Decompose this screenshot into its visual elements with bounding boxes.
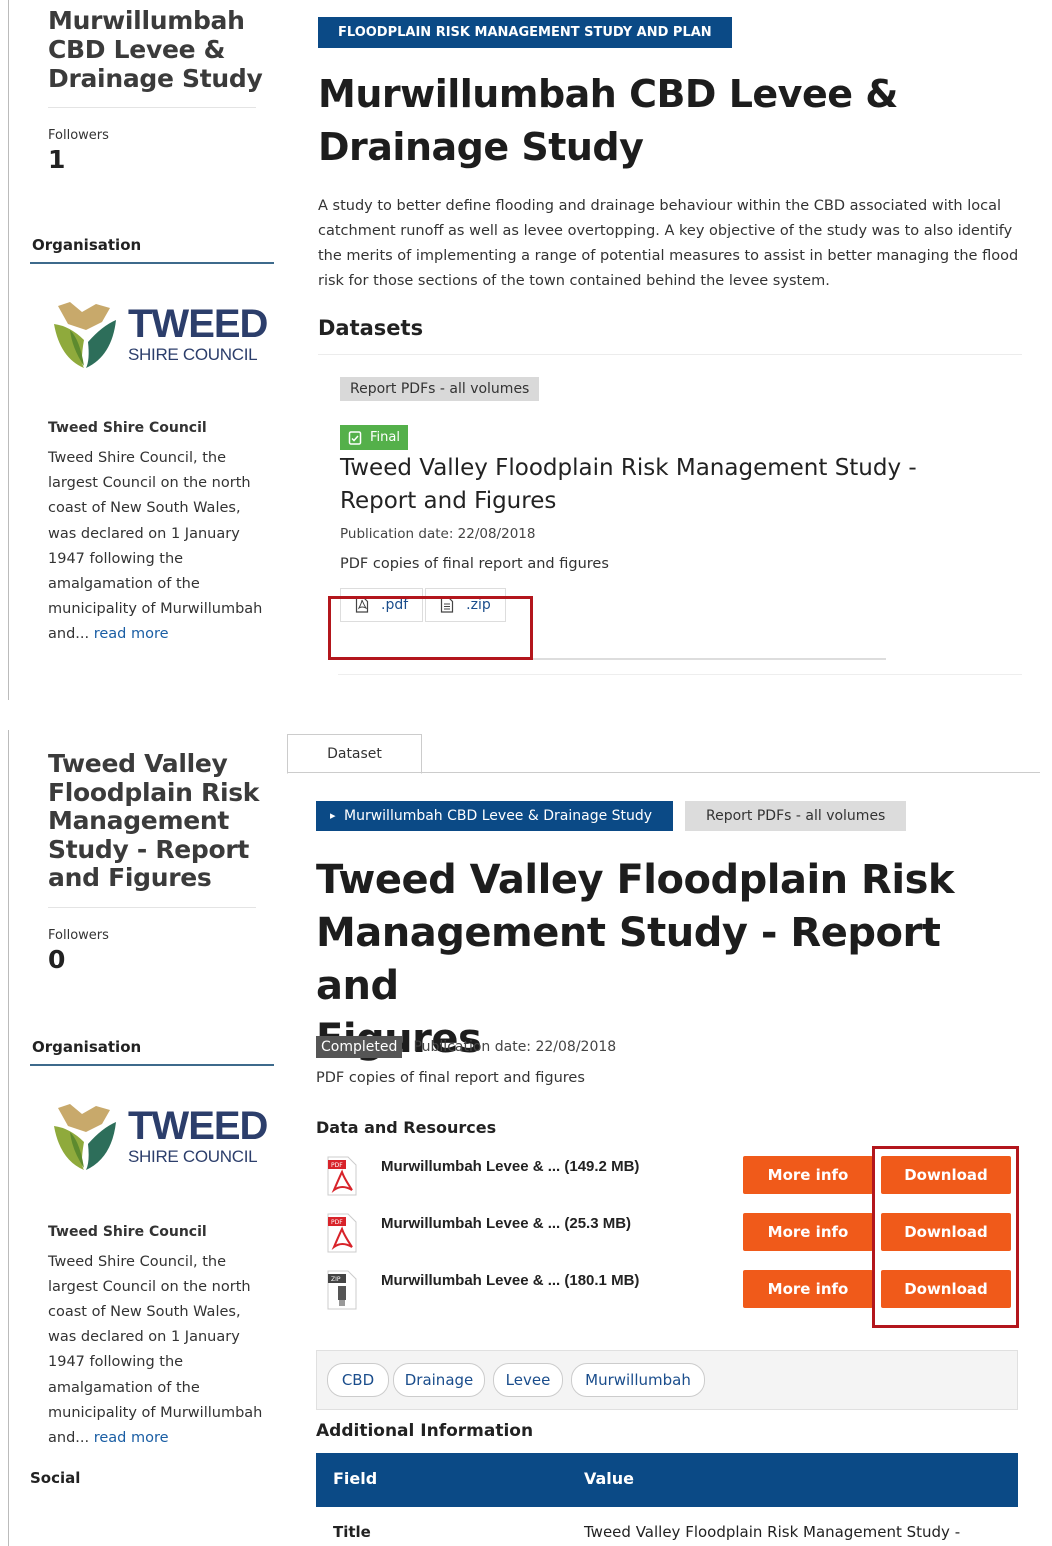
logo-wordmark: TWEED bbox=[128, 1103, 268, 1148]
svg-text:PDF: PDF bbox=[331, 1219, 343, 1226]
table-cell-field: Title bbox=[333, 1523, 371, 1541]
tweed-leaf-icon bbox=[54, 1103, 116, 1170]
table-header-field: Field bbox=[333, 1469, 378, 1488]
org-description-text: Tweed Shire Council, the largest Council… bbox=[48, 1253, 263, 1446]
description: A study to better define flooding and dr… bbox=[318, 198, 1019, 289]
more-info-button[interactable]: More info bbox=[743, 1213, 873, 1251]
dataset-summary: PDF copies of final report and figures bbox=[316, 1070, 585, 1086]
svg-text:PDF: PDF bbox=[331, 1162, 343, 1169]
tag-pill[interactable]: Murwillumbah bbox=[571, 1363, 705, 1397]
tab-dataset[interactable]: Dataset bbox=[287, 734, 422, 774]
tweed-logo[interactable]: TWEED SHIRE COUNCIL bbox=[50, 1102, 274, 1172]
resource-name-link[interactable]: Murwillumbah Levee & ... (180.1 MB) bbox=[381, 1272, 639, 1289]
highlight-box bbox=[328, 596, 533, 660]
sidebar-title: Tweed Valley Floodplain Risk Management … bbox=[48, 749, 274, 893]
sidebar-title-line: Drainage Study bbox=[48, 64, 263, 93]
meta-row: Completed Publication date: 22/08/2018 bbox=[316, 1036, 616, 1058]
datasets-heading: Datasets bbox=[318, 316, 1022, 355]
followers-count: 1 bbox=[48, 145, 66, 174]
org-name: Tweed Shire Council bbox=[48, 420, 207, 436]
org-name: Tweed Shire Council bbox=[48, 1223, 207, 1240]
page-title-line: Murwillumbah CBD Levee & bbox=[318, 72, 898, 116]
status-badge: Completed bbox=[316, 1036, 403, 1058]
org-description: Tweed Shire Council, the largest Council… bbox=[48, 446, 264, 648]
main-content: FLOODPLAIN RISK MANAGEMENT STUDY AND PLA… bbox=[318, 17, 1022, 660]
tags-container: CBD Drainage Levee Murwillumbah bbox=[316, 1350, 1018, 1410]
read-more-link[interactable]: read more bbox=[94, 626, 169, 642]
sidebar-title-line: and Figures bbox=[48, 863, 212, 892]
more-info-button[interactable]: More info bbox=[743, 1270, 873, 1308]
check-document-icon bbox=[348, 430, 362, 445]
org-description: Tweed Shire Council, the largest Council… bbox=[48, 1250, 264, 1452]
organisation-heading: Organisation bbox=[30, 236, 274, 264]
pdf-file-icon: PDF bbox=[327, 1213, 357, 1253]
followers-count: 0 bbox=[48, 944, 66, 974]
resources-heading: Data and Resources bbox=[316, 1118, 497, 1137]
dataset-title-line: Tweed Valley Floodplain Risk Management … bbox=[340, 455, 917, 481]
resource-name-link[interactable]: Murwillumbah Levee & ... (149.2 MB) bbox=[381, 1158, 639, 1175]
dataset-page-panel: Dataset Tweed Valley Floodplain Risk Man… bbox=[0, 722, 1052, 1546]
breadcrumb-group[interactable]: Report PDFs - all volumes bbox=[685, 801, 907, 831]
tab-underline bbox=[287, 772, 1040, 773]
pdf-file-icon: PDF bbox=[327, 1156, 357, 1196]
page-title-line: Management Study - Report and bbox=[316, 910, 941, 1009]
table-header: Field Value bbox=[316, 1453, 1018, 1507]
table-cell-value: Tweed Valley Floodplain Risk Management … bbox=[584, 1523, 961, 1541]
sidebar-title: Murwillumbah CBD Levee & Drainage Study bbox=[48, 6, 274, 93]
page-title-line: Tweed Valley Floodplain Risk bbox=[316, 857, 954, 903]
followers-label: Followers bbox=[48, 927, 109, 943]
sidebar-title-line: Murwillumbah bbox=[48, 6, 245, 35]
read-more-link[interactable]: read more bbox=[94, 1430, 169, 1446]
dataset-summary: PDF copies of final report and figures bbox=[340, 556, 609, 572]
sidebar-title-line: Floodplain Risk bbox=[48, 777, 260, 807]
organisation-heading: Organisation bbox=[30, 1038, 274, 1066]
svg-text:ZIP: ZIP bbox=[331, 1276, 341, 1283]
category-tag[interactable]: FLOODPLAIN RISK MANAGEMENT STUDY AND PLA… bbox=[318, 17, 732, 48]
sidebar: Murwillumbah CBD Levee & Drainage Study … bbox=[30, 6, 274, 648]
org-description-text: Tweed Shire Council, the largest Council… bbox=[48, 450, 263, 643]
social-heading: Social bbox=[30, 1469, 81, 1488]
page-title: Tweed Valley Floodplain Risk Management … bbox=[316, 854, 1036, 1066]
divider bbox=[48, 107, 256, 108]
left-border bbox=[8, 0, 9, 700]
status-label: Final bbox=[370, 430, 400, 445]
group-tag[interactable]: Report PDFs - all volumes bbox=[340, 377, 540, 401]
highlight-box bbox=[872, 1146, 1019, 1328]
dataset-title-line: Report and Figures bbox=[340, 488, 557, 514]
dataset-group-page-panel: Murwillumbah CBD Levee & Drainage Study … bbox=[0, 0, 1052, 712]
tweed-leaf-icon bbox=[54, 302, 116, 368]
divider bbox=[338, 674, 1022, 675]
additional-info-heading: Additional Information bbox=[316, 1421, 534, 1441]
sidebar-title-line: Tweed Valley bbox=[48, 749, 228, 778]
logo-wordmark: TWEED bbox=[128, 302, 268, 346]
sidebar-title-line: Study - Report bbox=[48, 834, 250, 864]
dataset-title-link[interactable]: Tweed Valley Floodplain Risk Management … bbox=[340, 452, 1022, 518]
tag-pill[interactable]: Drainage bbox=[393, 1363, 485, 1397]
sidebar: Tweed Valley Floodplain Risk Management … bbox=[30, 749, 274, 1488]
resource-name-link[interactable]: Murwillumbah Levee & ... (25.3 MB) bbox=[381, 1215, 631, 1232]
publication-date: Publication date: 22/08/2018 bbox=[413, 1039, 617, 1055]
sidebar-title-line: Management bbox=[48, 806, 230, 835]
sidebar-title-line: CBD Levee & bbox=[48, 35, 226, 64]
tag-pill[interactable]: Levee bbox=[493, 1363, 563, 1397]
table-row: Title Tweed Valley Floodplain Risk Manag… bbox=[316, 1507, 1018, 1546]
more-info-button[interactable]: More info bbox=[743, 1156, 873, 1194]
page-title: Murwillumbah CBD Levee & Drainage Study bbox=[318, 68, 1022, 174]
logo-subtitle: SHIRE COUNCIL bbox=[128, 1146, 258, 1166]
zip-file-icon: ZIP bbox=[327, 1270, 357, 1310]
publication-date: Publication date: 22/08/2018 bbox=[340, 526, 536, 542]
followers-label: Followers bbox=[48, 128, 109, 143]
breadcrumb-parent[interactable]: Murwillumbah CBD Levee & Drainage Study bbox=[316, 801, 674, 831]
tag-pill[interactable]: CBD bbox=[327, 1363, 389, 1397]
left-border bbox=[8, 730, 9, 1546]
divider bbox=[48, 906, 256, 908]
tweed-logo[interactable]: TWEED SHIRE COUNCIL bbox=[50, 300, 274, 370]
logo-subtitle: SHIRE COUNCIL bbox=[128, 345, 258, 364]
table-header-value: Value bbox=[584, 1469, 635, 1488]
page-title-line: Drainage Study bbox=[318, 125, 644, 169]
status-badge: Final bbox=[340, 425, 408, 450]
